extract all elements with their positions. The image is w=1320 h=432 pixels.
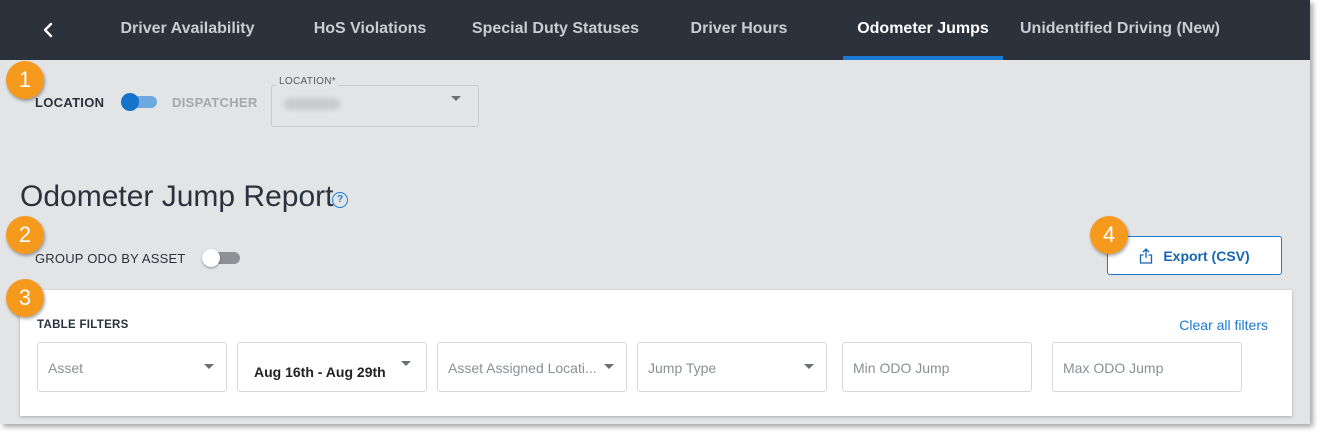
date-range-value: Aug 16th - Aug 29th <box>254 364 386 380</box>
toggle-knob <box>202 249 220 267</box>
tab-driver-hours[interactable]: Driver Hours <box>679 0 799 60</box>
max-odo-jump-input[interactable]: Max ODO Jump <box>1052 342 1242 392</box>
tab-special-duty-statuses[interactable]: Special Duty Statuses <box>463 0 648 60</box>
top-navigation: Driver Availability HoS Violations Speci… <box>0 0 1310 60</box>
tab-unidentified-driving[interactable]: Unidentified Driving (New) <box>1018 0 1222 60</box>
chevron-left-icon <box>43 22 53 38</box>
asset-filter-select[interactable]: Asset <box>37 342 227 392</box>
app-window: Driver Availability HoS Violations Speci… <box>0 0 1310 424</box>
export-csv-button[interactable]: Export (CSV) <box>1107 236 1282 275</box>
location-select[interactable] <box>271 85 479 127</box>
callout-badge-4: 4 <box>1090 216 1128 254</box>
table-filters-panel: TABLE FILTERS Clear all filters Asset Au… <box>20 290 1292 416</box>
group-odo-by-asset-toggle[interactable] <box>202 249 240 267</box>
callout-badge-1: 1 <box>6 61 44 99</box>
location-dispatcher-toggle[interactable] <box>121 93 157 111</box>
location-select-legend: LOCATION* <box>276 76 339 87</box>
tab-hos-violations[interactable]: HoS Violations <box>300 0 440 60</box>
dispatcher-mode-label: DISPATCHER <box>172 95 258 110</box>
help-circle-icon[interactable]: ? <box>332 192 348 208</box>
page-title: Odometer Jump Report <box>20 180 334 213</box>
chevron-down-icon <box>604 364 614 369</box>
chevron-down-icon <box>401 361 411 366</box>
callout-badge-3: 3 <box>6 279 44 317</box>
tab-odometer-jumps[interactable]: Odometer Jumps <box>843 0 1003 60</box>
min-odo-jump-placeholder: Min ODO Jump <box>853 360 950 376</box>
back-button[interactable] <box>36 18 60 42</box>
export-csv-label: Export (CSV) <box>1163 247 1250 264</box>
clear-all-filters-link[interactable]: Clear all filters <box>1179 317 1268 333</box>
chevron-down-icon <box>451 96 461 101</box>
tab-driver-availability[interactable]: Driver Availability <box>105 0 270 60</box>
blurred-location-value <box>284 98 340 110</box>
asset-filter-placeholder: Asset <box>48 360 84 376</box>
jump-type-filter[interactable]: Jump Type <box>637 342 827 392</box>
callout-badge-2: 2 <box>6 216 44 254</box>
table-filters-title: TABLE FILTERS <box>37 319 129 331</box>
group-odo-by-asset-label: GROUP ODO BY ASSET <box>35 251 186 266</box>
max-odo-jump-placeholder: Max ODO Jump <box>1063 360 1164 376</box>
toggle-knob <box>121 93 139 111</box>
date-range-filter[interactable]: Aug 16th - Aug 29th <box>237 342 427 392</box>
min-odo-jump-input[interactable]: Min ODO Jump <box>842 342 1032 392</box>
location-mode-label: LOCATION <box>35 95 105 110</box>
chevron-down-icon <box>204 364 214 369</box>
asset-assigned-location-filter[interactable]: Asset Assigned Locati... <box>437 342 627 392</box>
asset-assigned-location-placeholder: Asset Assigned Locati... <box>448 360 597 376</box>
jump-type-placeholder: Jump Type <box>648 360 717 376</box>
share-upload-icon <box>1140 247 1153 264</box>
chevron-down-icon <box>804 364 814 369</box>
